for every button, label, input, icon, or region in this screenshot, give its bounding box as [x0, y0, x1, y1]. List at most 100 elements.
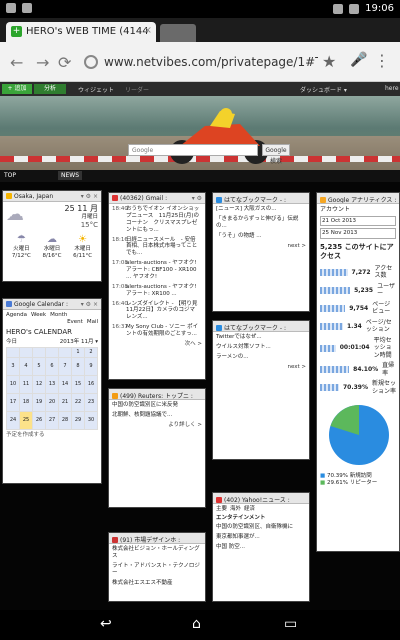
day-cell[interactable]: 23: [84, 392, 98, 412]
bookmark-item[interactable]: 「うそ」の物語 ...: [216, 233, 306, 240]
bookmark-star-icon[interactable]: ★: [322, 52, 336, 71]
day-cell[interactable]: 21: [58, 392, 72, 412]
google-search-input[interactable]: Google: [128, 144, 258, 156]
day-cell[interactable]: 6: [45, 356, 59, 376]
mic-icon[interactable]: 🎤: [350, 52, 367, 68]
calendar-header[interactable]: Google Calendar : ▾ ⚙ ×: [3, 299, 101, 310]
calendar-month[interactable]: 2013年 11月 ▾: [60, 339, 98, 346]
add-button[interactable]: + 追加: [2, 84, 32, 94]
day-cell[interactable]: [6, 347, 20, 358]
news-item[interactable]: 北朝鮮、核問題協議で...: [112, 412, 202, 419]
day-cell[interactable]: 18: [19, 392, 33, 412]
yahoo-header[interactable]: (402) Yahoo!ニュース :: [213, 493, 309, 504]
back-icon[interactable]: ←: [10, 53, 23, 72]
day-cell[interactable]: 26: [32, 410, 46, 430]
day-cell[interactable]: 15: [71, 374, 85, 394]
bookmark-item[interactable]: ウイルス対策ソフト...: [216, 344, 306, 351]
day-cell[interactable]: 13: [45, 374, 59, 394]
close-tab-icon[interactable]: ×: [144, 25, 152, 36]
week-link[interactable]: Week: [31, 312, 46, 319]
day-cell[interactable]: 3: [6, 356, 20, 376]
day-cell[interactable]: 14: [58, 374, 72, 394]
day-cell[interactable]: 1: [71, 347, 85, 358]
user-menu[interactable]: here: [385, 85, 399, 92]
today-button[interactable]: 今日: [6, 339, 17, 346]
day-cell[interactable]: 24: [6, 410, 20, 430]
day-cell[interactable]: 5: [32, 356, 46, 376]
news-item[interactable]: 中国の防空識別区に米反発: [112, 402, 202, 409]
day-cell[interactable]: [58, 347, 72, 358]
today-cell[interactable]: 25: [19, 410, 33, 430]
yahoo-tab[interactable]: 海外: [230, 506, 241, 513]
hatena-header[interactable]: はてなブックマーク - :: [213, 193, 309, 204]
menu-icon[interactable]: ⋮: [374, 51, 390, 70]
date-to[interactable]: 25 Nov 2013: [320, 228, 396, 240]
mail-item[interactable]: 16:37My Sony Club - ソニー ポイントの有効期限のごとすっ..…: [112, 324, 202, 338]
home-icon[interactable]: ⌂: [192, 616, 201, 632]
news-item[interactable]: 株式会社ビジョン・ホールディングス: [112, 546, 202, 560]
analytics-header[interactable]: Google アナリティクス :: [317, 193, 399, 204]
day-cell[interactable]: 11: [19, 374, 33, 394]
hatena-header[interactable]: はてなブックマーク - :: [213, 321, 309, 332]
day-cell[interactable]: [45, 347, 59, 358]
analytics-button[interactable]: 分析: [34, 84, 66, 94]
day-cell[interactable]: 20: [45, 392, 59, 412]
day-cell[interactable]: 17: [6, 392, 20, 412]
widget-controls-icon[interactable]: ▾ ⚙ ×: [81, 301, 98, 308]
day-cell[interactable]: 28: [58, 410, 72, 430]
mail-item[interactable]: 18:40おうちでイオン イオンショップニュース 11月25日(月)のコーナン …: [112, 206, 202, 234]
news-item[interactable]: 株式会社エスエス不動産: [112, 580, 202, 587]
mail-item[interactable]: 16:40レンズダイレクト - 【明り見 11月22日】カメラのコジマ レンズ.…: [112, 301, 202, 322]
gmail-header[interactable]: (40362) Gmail : ▾ ⚙: [109, 193, 205, 204]
widget-toggle[interactable]: ウィジェット: [78, 85, 114, 94]
design-header[interactable]: (91) 市場デザインホ :: [109, 533, 205, 544]
reader-toggle[interactable]: リーダー: [125, 85, 149, 94]
bookmark-item[interactable]: [ニュース] 大阪ガスの...: [216, 206, 306, 213]
weather-header[interactable]: Osaka, Japan ▾ ⚙ ×: [3, 191, 101, 202]
more-link[interactable]: より詳しく >: [112, 422, 202, 429]
day-cell[interactable]: 7: [58, 356, 72, 376]
day-cell[interactable]: 22: [71, 392, 85, 412]
mail-item[interactable]: 17:08alerts-auctions - ヤフオク!アラート: XR100 …: [112, 284, 202, 298]
next-link[interactable]: next >: [216, 364, 306, 371]
forward-icon[interactable]: →: [36, 53, 49, 72]
browser-tab[interactable]: + HERO's WEB TIME (4144 ×: [6, 22, 156, 42]
news-item[interactable]: 中国 防空...: [216, 544, 306, 551]
news-item[interactable]: ライト・アドバンスト・テクノロジー: [112, 563, 202, 577]
day-cell[interactable]: [19, 347, 33, 358]
day-cell[interactable]: 29: [71, 410, 85, 430]
yahoo-tab[interactable]: 主要: [216, 506, 227, 513]
day-cell[interactable]: 8: [71, 356, 85, 376]
new-tab-button[interactable]: [160, 24, 196, 42]
day-cell[interactable]: 4: [19, 356, 33, 376]
news-item[interactable]: 中国の防空識別区、自衛隊機に: [216, 524, 306, 531]
widget-controls-icon[interactable]: ▾ ⚙: [192, 195, 202, 202]
day-cell[interactable]: 10: [6, 374, 20, 394]
recents-icon[interactable]: ▭: [284, 616, 297, 632]
mail-item[interactable]: 17:08alerts-auctions - ヤフオク!アラート: CBF100…: [112, 260, 202, 281]
day-cell[interactable]: 16: [84, 374, 98, 394]
yahoo-tab[interactable]: 経済: [244, 506, 255, 513]
back-icon[interactable]: ↩: [100, 616, 112, 632]
day-cell[interactable]: 12: [32, 374, 46, 394]
day-cell[interactable]: 9: [84, 356, 98, 376]
mail-item[interactable]: 18:16日経ニュースメール - 安倍首相、日本株式市場ってことでも...: [112, 237, 202, 258]
day-cell[interactable]: 2: [84, 347, 98, 358]
tab-top[interactable]: TOP: [4, 172, 16, 179]
reuters-header[interactable]: (499) Reuters: トップニ :: [109, 389, 205, 400]
google-search-button[interactable]: Google検索: [262, 144, 290, 165]
mail-link[interactable]: Mail: [87, 319, 98, 326]
url-field[interactable]: www.netvibes.com/privatepage/1#TOP: [80, 50, 318, 74]
agenda-link[interactable]: Agenda: [6, 312, 27, 319]
event-link[interactable]: Event: [67, 319, 83, 326]
create-event-link[interactable]: 予定を作成する: [6, 432, 98, 439]
reload-icon[interactable]: ⟳: [58, 53, 71, 72]
date-from[interactable]: 21 Oct 2013: [320, 215, 396, 227]
bookmark-item[interactable]: ラーメンの...: [216, 354, 306, 361]
next-link[interactable]: next >: [216, 243, 306, 250]
day-cell[interactable]: [32, 347, 46, 358]
widget-controls-icon[interactable]: ▾ ⚙ ×: [81, 193, 98, 200]
month-link[interactable]: Month: [50, 312, 67, 319]
bookmark-item[interactable]: Twitterではなぜ...: [216, 334, 306, 341]
day-cell[interactable]: 19: [32, 392, 46, 412]
